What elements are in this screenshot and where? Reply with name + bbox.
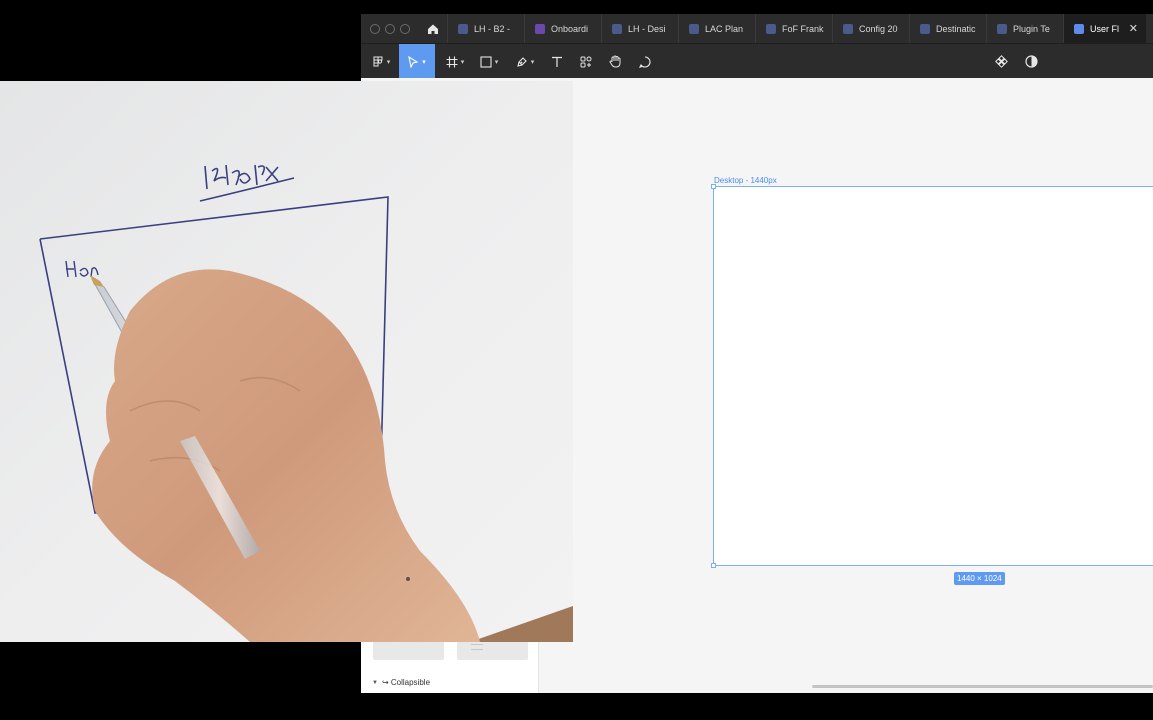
- figma-logo-icon: [373, 56, 383, 66]
- figma-file-icon: [535, 23, 545, 34]
- tab-file-active[interactable]: User Fl ✕: [1063, 14, 1146, 43]
- dark-mode-button[interactable]: [1021, 44, 1041, 79]
- component-icon: [994, 55, 1008, 68]
- tab-bar: LH - B2 - Onboardi LH - Desi LAC Plan Fo…: [361, 14, 1153, 43]
- tab-file-2[interactable]: Onboardi: [524, 14, 601, 43]
- chevron-down-icon: ▾: [530, 58, 535, 66]
- cursor-icon: [408, 55, 419, 68]
- close-tab-icon[interactable]: ✕: [1129, 22, 1138, 35]
- resize-handle[interactable]: [711, 184, 716, 189]
- tab-label: User Fl: [1090, 23, 1119, 34]
- maximize-window-button[interactable]: [400, 23, 410, 34]
- components-button[interactable]: [991, 44, 1011, 79]
- hand-icon: [609, 55, 621, 68]
- figma-file-icon: [458, 23, 468, 34]
- tab-file-1[interactable]: LH - B2 -: [447, 14, 524, 43]
- pen-icon: [516, 56, 527, 67]
- tab-label: LH - B2 -: [474, 23, 511, 34]
- home-icon[interactable]: [419, 14, 447, 43]
- hand-tool-button[interactable]: [605, 44, 625, 79]
- figma-file-icon: [997, 23, 1007, 34]
- tab-file-8[interactable]: Plugin Te: [986, 14, 1063, 43]
- toolbar: ▾ ▾ ▾ ▾ ▾: [361, 43, 1153, 79]
- text-icon: [552, 56, 562, 67]
- frame-label[interactable]: Desktop - 1440px: [714, 176, 777, 185]
- hand-sketch-photo: [0, 81, 573, 642]
- frame-icon: [446, 56, 458, 67]
- figma-file-icon: [1074, 23, 1084, 34]
- figma-file-icon: [766, 23, 776, 34]
- chevron-down-icon: ▾: [494, 58, 499, 66]
- camera-overlay-photo: [0, 81, 573, 642]
- figma-file-icon: [920, 23, 930, 34]
- window-controls: [361, 23, 419, 34]
- thumbnail-line: [471, 644, 483, 645]
- desktop-frame[interactable]: [713, 186, 1153, 566]
- chevron-down-icon: ▾: [460, 58, 465, 66]
- collapsible-label: ↪ Collapsible: [381, 678, 431, 687]
- figma-file-icon: [843, 23, 853, 34]
- resize-handle[interactable]: [711, 563, 716, 568]
- tab-file-7[interactable]: Destinatic: [909, 14, 986, 43]
- move-tool-button[interactable]: ▾: [399, 44, 435, 79]
- chevron-down-icon: ▾: [422, 58, 426, 66]
- contrast-icon: [1024, 55, 1038, 68]
- text-tool-button[interactable]: [547, 44, 567, 79]
- figma-file-icon: [612, 23, 622, 34]
- tab-file-5[interactable]: FoF Frank: [755, 14, 832, 43]
- tab-label: LAC Plan: [705, 23, 744, 34]
- comment-tool-button[interactable]: [635, 44, 655, 79]
- shape-tool-button[interactable]: ▾: [475, 44, 503, 79]
- tab-file-6[interactable]: Config 20: [832, 14, 909, 43]
- close-window-button[interactable]: [370, 23, 380, 34]
- thumbnail-line: [471, 649, 483, 650]
- tab-label: FoF Frank: [782, 23, 824, 34]
- comment-icon: [639, 55, 651, 68]
- figma-file-icon: [689, 23, 699, 34]
- dimension-badge: 1440 × 1024: [954, 572, 1005, 585]
- resources-button[interactable]: [576, 44, 596, 79]
- tab-file-4[interactable]: LAC Plan: [678, 14, 755, 43]
- chevron-down-icon: ▼: [372, 679, 378, 686]
- tab-file-3[interactable]: LH - Desi: [601, 14, 678, 43]
- tab-label: Destinatic: [936, 23, 976, 34]
- rectangle-icon: [480, 55, 492, 68]
- main-menu-button[interactable]: ▾: [367, 44, 395, 79]
- tab-label: Onboardi: [551, 23, 589, 34]
- horizontal-scrollbar[interactable]: [812, 685, 1153, 688]
- tab-label: Plugin Te: [1013, 23, 1050, 34]
- screen: LH - B2 - Onboardi LH - Desi LAC Plan Fo…: [0, 0, 1153, 720]
- tab-label: LH - Desi: [628, 23, 666, 34]
- minimize-window-button[interactable]: [385, 23, 395, 34]
- resources-icon: [580, 56, 592, 67]
- tab-label: Config 20: [859, 23, 898, 34]
- frame-tool-button[interactable]: ▾: [441, 44, 469, 79]
- chevron-down-icon: ▾: [386, 58, 391, 66]
- collapsible-section[interactable]: ▼ ↪ Collapsible: [372, 678, 430, 687]
- pen-tool-button[interactable]: ▾: [511, 44, 539, 79]
